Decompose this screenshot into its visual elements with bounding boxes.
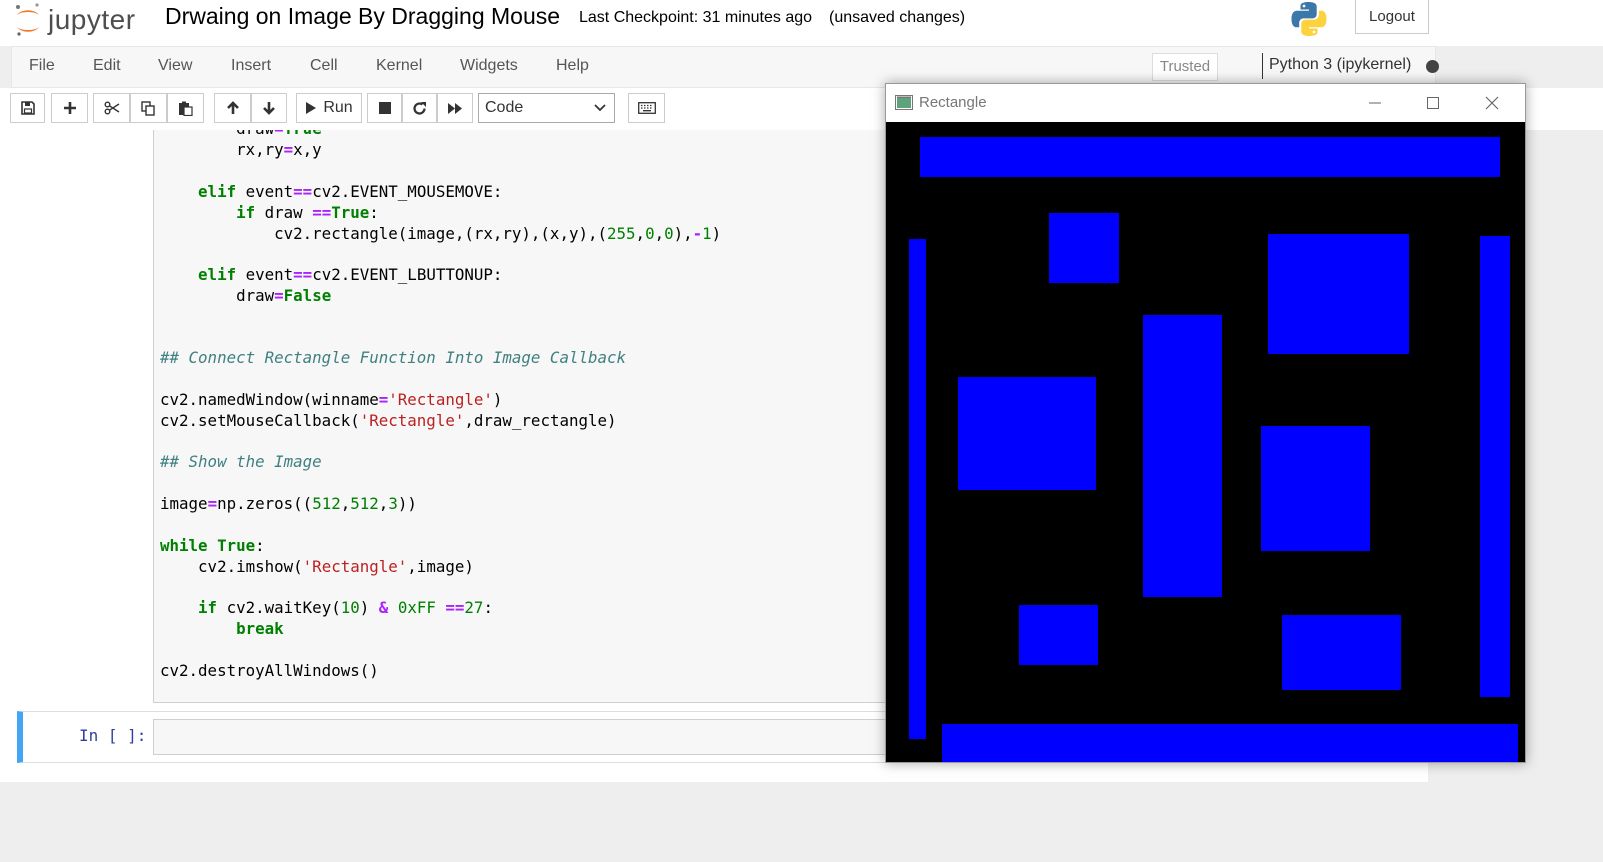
code-line: draw=False bbox=[160, 286, 332, 305]
menu-edit[interactable]: Edit bbox=[93, 57, 121, 75]
code-line: draw=True bbox=[160, 130, 322, 138]
kernel-separator bbox=[1262, 53, 1263, 79]
kernel-status-icon bbox=[1426, 60, 1439, 73]
checkpoint-status: Last Checkpoint: 31 minutes ago bbox=[579, 9, 813, 26]
code-line: elif event==cv2.EVENT_MOUSEMOVE: bbox=[198, 182, 503, 201]
cell-type-select[interactable]: Code bbox=[478, 93, 615, 123]
code-comment: ## Connect Rectangle Function Into Image… bbox=[160, 348, 627, 367]
blue-rectangle bbox=[958, 377, 1096, 490]
arrow-down-icon bbox=[263, 102, 275, 115]
blue-rectangle bbox=[1261, 426, 1370, 551]
code-line: elif event==cv2.EVENT_LBUTTONUP: bbox=[198, 265, 503, 284]
jupyter-logo-icon bbox=[16, 3, 39, 36]
minimize-button[interactable] bbox=[1352, 88, 1398, 118]
menu-widgets[interactable]: Widgets bbox=[460, 57, 518, 75]
copy-icon bbox=[141, 100, 155, 116]
restart-button[interactable] bbox=[402, 93, 437, 123]
code-line: if cv2.waitKey(10) & 0xFF ==27: bbox=[198, 598, 493, 617]
maximize-icon bbox=[1427, 97, 1439, 109]
run-button[interactable]: Run bbox=[296, 93, 362, 123]
blue-rectangle bbox=[1019, 605, 1098, 665]
blue-rectangle bbox=[1268, 234, 1409, 354]
blue-rectangle bbox=[942, 724, 1518, 762]
new-cell-input[interactable] bbox=[153, 719, 900, 755]
code-cell-editor[interactable]: draw=True rx,ry=x,y elif event==cv2.EVEN… bbox=[153, 130, 902, 703]
restart-run-all-button[interactable] bbox=[437, 93, 473, 123]
arrow-up-icon bbox=[226, 101, 239, 114]
code-line: while True: bbox=[160, 536, 265, 555]
code-line: cv2.rectangle(image,(rx,ry),(x,y),(255,0… bbox=[160, 224, 722, 243]
move-up-button[interactable] bbox=[214, 93, 251, 123]
blue-rectangle bbox=[909, 239, 926, 739]
code-line: cv2.setMouseCallback('Rectangle',draw_re… bbox=[160, 411, 617, 430]
play-icon bbox=[306, 102, 317, 114]
save-button[interactable] bbox=[10, 93, 45, 123]
logout-button[interactable]: Logout bbox=[1355, 0, 1429, 34]
menu-bar: File Edit View Insert Cell Kernel Widget… bbox=[11, 46, 1439, 88]
interrupt-button[interactable] bbox=[367, 93, 402, 123]
chevron-down-icon bbox=[594, 94, 606, 132]
blue-rectangle bbox=[1480, 236, 1510, 697]
scissors-icon bbox=[104, 101, 119, 115]
keyboard-icon bbox=[637, 102, 656, 114]
code-comment: ## Show the Image bbox=[160, 452, 322, 471]
blue-rectangle bbox=[1143, 315, 1222, 597]
unsaved-status: (unsaved changes) bbox=[829, 9, 966, 26]
code-line: cv2.namedWindow(winname='Rectangle') bbox=[160, 390, 503, 409]
move-down-button[interactable] bbox=[251, 93, 287, 123]
python-logo-icon bbox=[1291, 2, 1327, 36]
menu-help[interactable]: Help bbox=[556, 57, 589, 75]
menu-insert[interactable]: Insert bbox=[231, 57, 271, 75]
kernel-name[interactable]: Python 3 (ipykernel) bbox=[1269, 56, 1411, 74]
close-button[interactable] bbox=[1469, 88, 1515, 118]
restart-icon bbox=[413, 101, 426, 115]
opencv-window-title: Rectangle bbox=[919, 94, 987, 111]
blue-rectangle bbox=[1282, 615, 1401, 690]
maximize-button[interactable] bbox=[1410, 88, 1456, 118]
code-line: image=np.zeros((512,512,3)) bbox=[160, 494, 417, 513]
blue-rectangle bbox=[920, 137, 1500, 177]
window-app-icon bbox=[895, 95, 913, 110]
trusted-indicator[interactable]: Trusted bbox=[1152, 53, 1218, 81]
menu-view[interactable]: View bbox=[158, 57, 192, 75]
jupyter-logo-text: jupyter bbox=[48, 4, 136, 35]
menu-kernel[interactable]: Kernel bbox=[376, 57, 422, 75]
opencv-window[interactable]: Rectangle bbox=[885, 83, 1526, 763]
notebook-header: jupyter Drwaing on Image By Dragging Mou… bbox=[0, 0, 1603, 46]
code-line: cv2.imshow('Rectangle',image) bbox=[160, 557, 474, 576]
cell-type-value: Code bbox=[485, 99, 524, 116]
plus-icon bbox=[63, 102, 76, 114]
copy-button[interactable] bbox=[130, 93, 167, 123]
minimize-icon bbox=[1369, 102, 1381, 104]
code-line: rx,ry=x,y bbox=[160, 140, 322, 159]
notebook-title[interactable]: Drwaing on Image By Dragging Mouse bbox=[165, 3, 560, 30]
input-prompt: In [ ]: bbox=[79, 726, 147, 745]
close-icon bbox=[1485, 96, 1499, 110]
code-line: break bbox=[236, 619, 284, 638]
paste-icon bbox=[179, 101, 193, 116]
menu-cell[interactable]: Cell bbox=[310, 57, 338, 75]
blue-rectangle bbox=[1049, 213, 1119, 283]
opencv-titlebar[interactable]: Rectangle bbox=[886, 84, 1525, 122]
command-palette-button[interactable] bbox=[628, 93, 665, 123]
menu-file[interactable]: File bbox=[29, 57, 55, 75]
save-icon bbox=[20, 101, 35, 115]
run-label: Run bbox=[323, 99, 353, 116]
drawing-canvas[interactable] bbox=[886, 122, 1525, 762]
stop-icon bbox=[378, 102, 391, 114]
code-line: if draw ==True: bbox=[236, 203, 379, 222]
insert-cell-button[interactable] bbox=[51, 93, 88, 123]
paste-button[interactable] bbox=[167, 93, 204, 123]
jupyter-logo[interactable]: jupyter bbox=[14, 2, 136, 38]
code-line: cv2.destroyAllWindows() bbox=[160, 661, 379, 680]
fast-forward-icon bbox=[448, 102, 462, 114]
cut-button[interactable] bbox=[93, 93, 130, 123]
